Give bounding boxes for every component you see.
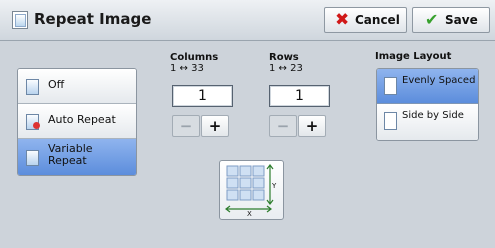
columns-increment-button[interactable]: + [201,115,229,137]
rows-range: 1 ↔ 23 [269,63,303,74]
header-bar: Repeat Image ✖ Cancel ✔ Save [0,0,495,41]
repeat-image-icon [12,11,28,29]
repeat-mode-group: Off Auto Repeat Variable Repeat [17,68,137,176]
evenly-spaced-icon [384,77,397,95]
mode-label: Auto Repeat [48,113,116,126]
x-axis-label: X [247,210,252,218]
checkmark-icon: ✔ [425,10,439,29]
save-button[interactable]: ✔ Save [412,7,490,33]
close-icon: ✖ [335,10,350,30]
image-layout-group: Evenly Spaced Side by Side [376,68,479,141]
mode-off-button[interactable]: Off [18,69,136,104]
cancel-label: Cancel [355,13,400,27]
columns-value-field[interactable]: 1 [172,85,233,107]
layout-side-by-side-button[interactable]: Side by Side [377,104,478,140]
save-label: Save [445,13,478,27]
layout-label: Evenly Spaced [402,75,476,86]
rows-increment-button[interactable]: + [298,115,326,137]
rows-title: Rows [269,52,299,63]
variable-repeat-icon [26,150,39,166]
auto-badge-icon [33,122,40,129]
page-title: Repeat Image [34,10,152,28]
grid-illustration: Y X [219,160,284,220]
y-axis-label: Y [271,182,277,190]
mode-label: Variable Repeat [48,142,93,167]
columns-decrement-button[interactable]: − [172,115,200,137]
layout-label: Side by Side [402,110,464,121]
columns-range: 1 ↔ 33 [170,63,204,74]
rows-decrement-button[interactable]: − [269,115,297,137]
side-by-side-icon [384,112,397,130]
mode-label: Off [48,78,65,91]
mode-variable-repeat-button[interactable]: Variable Repeat [18,139,136,175]
image-layout-title: Image Layout [375,51,452,62]
rows-value-field[interactable]: 1 [269,85,330,107]
page-icon [26,79,39,95]
cancel-button[interactable]: ✖ Cancel [324,7,407,33]
repeat-grid-icon: Y X [225,164,277,218]
mode-auto-repeat-button[interactable]: Auto Repeat [18,104,136,139]
layout-evenly-spaced-button[interactable]: Evenly Spaced [377,69,478,104]
columns-title: Columns [170,52,219,63]
repeat-image-screen: Repeat Image ✖ Cancel ✔ Save Off Auto Re… [0,0,495,248]
